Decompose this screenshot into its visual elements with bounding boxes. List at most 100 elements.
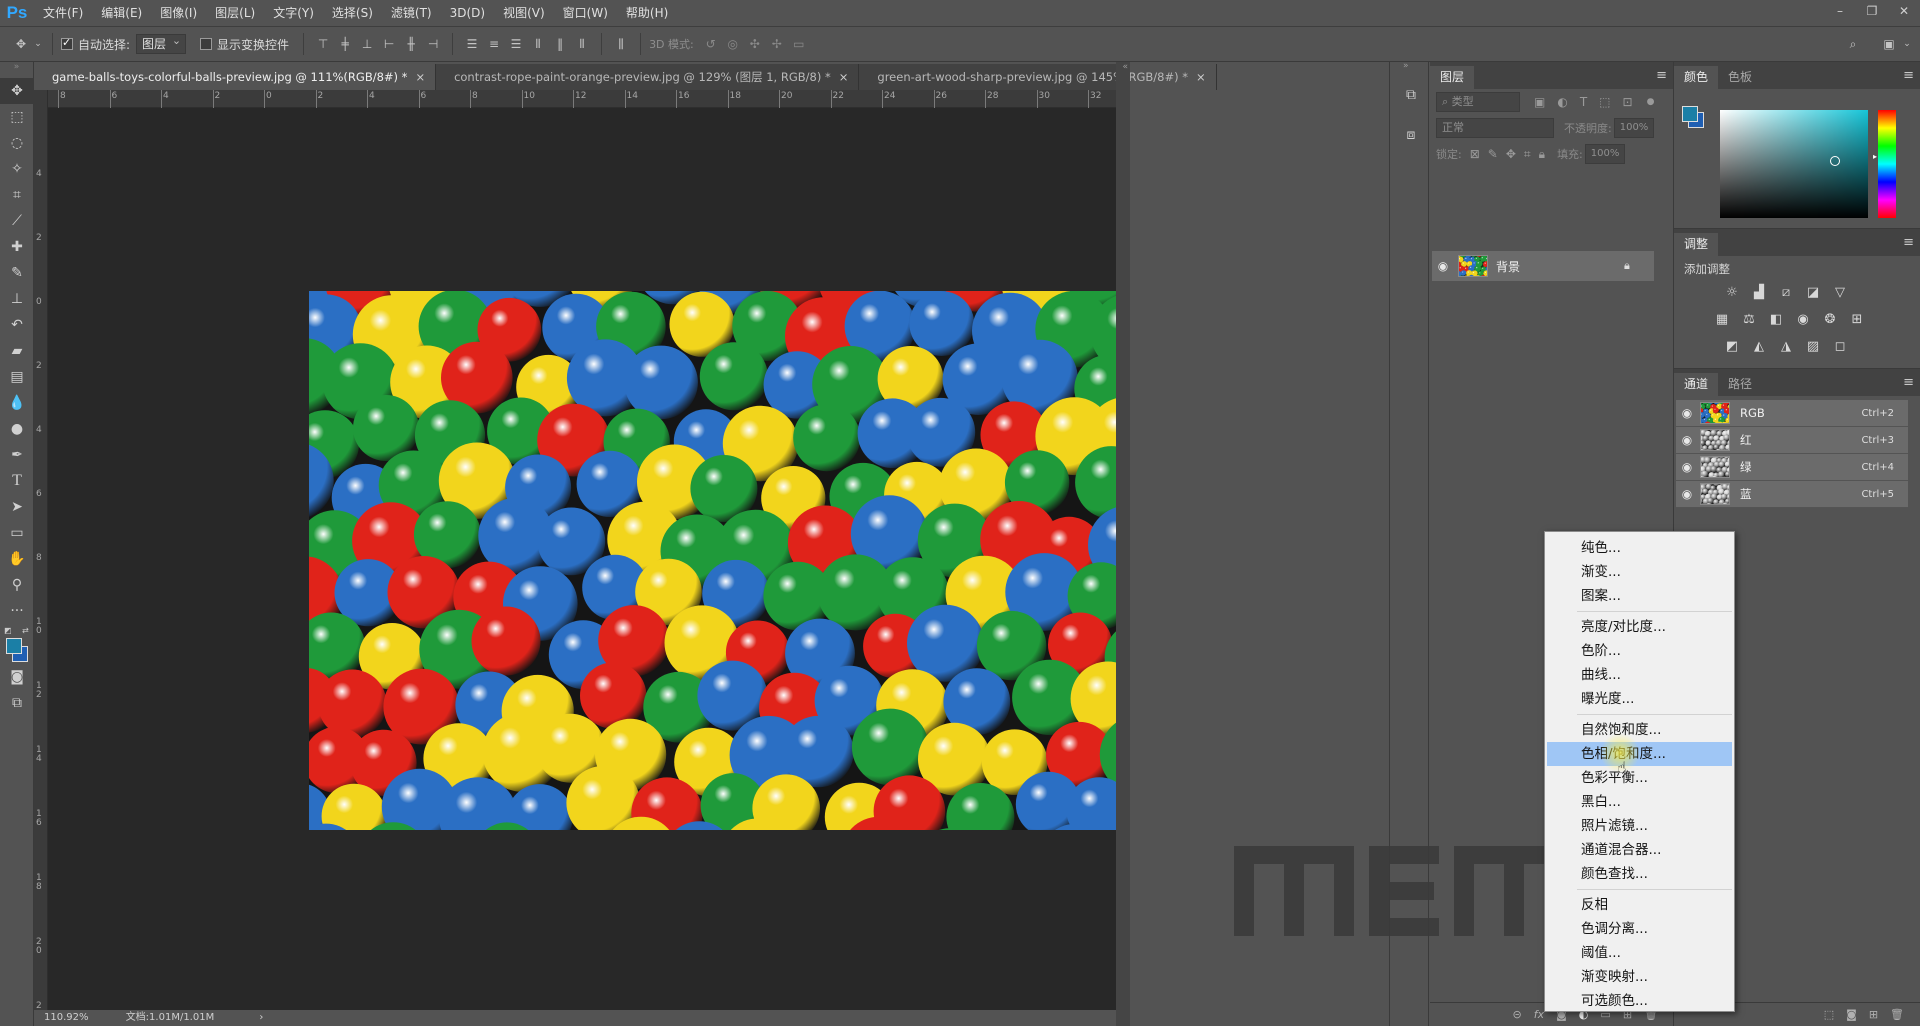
lasso-tool-icon[interactable]: ◌ bbox=[0, 130, 34, 156]
search-icon[interactable]: ⌕ bbox=[1842, 33, 1864, 55]
foreground-color-swatch[interactable] bbox=[1682, 106, 1698, 122]
visibility-eye-icon[interactable]: ◉ bbox=[1432, 259, 1454, 273]
tab-doc-3[interactable]: green-art-wood-sharp-preview.jpg @ 145%(… bbox=[859, 64, 1217, 90]
lock-transparent-icon[interactable]: ⊠ bbox=[1470, 147, 1480, 161]
filter-type-icon[interactable]: T bbox=[1580, 95, 1587, 109]
menu-file[interactable]: 文件(F) bbox=[34, 0, 92, 26]
distribute-left-icon[interactable]: ⫴ bbox=[527, 33, 549, 55]
visibility-eye-icon[interactable]: ◉ bbox=[1676, 460, 1698, 474]
menu-item-color-lookup[interactable]: 颜色查找... bbox=[1545, 862, 1734, 886]
menu-item-threshold[interactable]: 阈值... bbox=[1545, 941, 1734, 965]
eraser-tool-icon[interactable]: ▰ bbox=[0, 338, 34, 364]
align-hcenter-icon[interactable]: ╫ bbox=[400, 33, 422, 55]
menu-item-gradient[interactable]: 渐变... bbox=[1545, 560, 1734, 584]
distribute-top-icon[interactable]: ☰ bbox=[461, 33, 483, 55]
lock-all-icon[interactable]: 🔒︎ bbox=[1539, 147, 1545, 162]
tab-layers[interactable]: 图层 bbox=[1430, 66, 1475, 89]
distribute-hcenter-icon[interactable]: ‖ bbox=[549, 33, 571, 55]
tab-doc-2[interactable]: contrast-rope-paint-orange-preview.jpg @… bbox=[436, 64, 860, 90]
close-icon[interactable]: ✕ bbox=[1888, 0, 1920, 22]
invert-icon[interactable]: ◩ bbox=[1724, 339, 1740, 354]
distribute-vcenter-icon[interactable]: ≡ bbox=[483, 33, 505, 55]
crop-tool-icon[interactable]: ⌗ bbox=[0, 182, 34, 208]
type-tool-icon[interactable]: T bbox=[0, 468, 34, 494]
exposure-icon[interactable]: ◪ bbox=[1805, 285, 1821, 300]
distribute-right-icon[interactable]: ⫴ bbox=[571, 33, 593, 55]
foreground-color-swatch[interactable] bbox=[6, 638, 22, 654]
opacity-input[interactable]: 100% bbox=[1613, 118, 1654, 138]
brush-tool-icon[interactable]: ✎ bbox=[0, 260, 34, 286]
color-picker-cursor[interactable] bbox=[1830, 156, 1840, 166]
menu-item-levels[interactable]: 色阶... bbox=[1545, 639, 1734, 663]
selective-color-icon[interactable]: ◻ bbox=[1832, 339, 1848, 354]
align-bottom-icon[interactable]: ⊥ bbox=[356, 33, 378, 55]
save-selection-icon[interactable]: ◙ bbox=[1846, 1008, 1857, 1021]
auto-select-checkbox[interactable] bbox=[61, 36, 73, 50]
new-channel-icon[interactable]: ⊞ bbox=[1869, 1008, 1878, 1021]
lock-artboard-icon[interactable]: ⌗ bbox=[1524, 147, 1531, 162]
menu-item-photo-filter[interactable]: 照片滤镜... bbox=[1545, 814, 1734, 838]
layer-name[interactable]: 背景 bbox=[1496, 258, 1624, 275]
color-field[interactable] bbox=[1720, 110, 1868, 218]
hue-saturation-icon[interactable]: ▦ bbox=[1714, 312, 1730, 327]
fill-input[interactable]: 100% bbox=[1584, 144, 1625, 164]
lock-icon[interactable]: 🔒︎ bbox=[1624, 259, 1640, 273]
path-selection-tool-icon[interactable]: ➤ bbox=[0, 494, 34, 520]
gradient-map-icon[interactable]: ▨ bbox=[1805, 339, 1821, 354]
blend-mode-dropdown[interactable]: 正常 bbox=[1436, 118, 1554, 138]
tab-color[interactable]: 颜色 bbox=[1674, 66, 1719, 89]
menu-item-curves[interactable]: 曲线... bbox=[1545, 663, 1734, 687]
healing-brush-tool-icon[interactable]: ✚ bbox=[0, 234, 34, 260]
screen-mode-icon[interactable]: ⧉ bbox=[0, 690, 34, 716]
swap-colors-icon[interactable]: ⇄ bbox=[22, 626, 29, 635]
align-left-icon[interactable]: ⊢ bbox=[378, 33, 400, 55]
vibrance-icon[interactable]: ▽ bbox=[1832, 285, 1848, 300]
document-image[interactable] bbox=[309, 291, 1117, 830]
menu-edit[interactable]: 编辑(E) bbox=[92, 0, 151, 26]
tab-swatches[interactable]: 色板 bbox=[1718, 66, 1762, 89]
dodge-tool-icon[interactable]: ● bbox=[0, 416, 34, 442]
channel-row-red[interactable]: ◉ 红 Ctrl+3 bbox=[1676, 427, 1908, 454]
pen-tool-icon[interactable]: ✒ bbox=[0, 442, 34, 468]
black-white-icon[interactable]: ◧ bbox=[1768, 312, 1784, 327]
lock-position-icon[interactable]: ✥ bbox=[1506, 147, 1516, 161]
history-brush-tool-icon[interactable]: ↶ bbox=[0, 312, 34, 338]
brightness-contrast-icon[interactable]: ☼ bbox=[1724, 285, 1740, 300]
channel-row-rgb[interactable]: ◉ RGB Ctrl+2 bbox=[1676, 400, 1908, 427]
delete-channel-icon[interactable]: 🗑︎ bbox=[1890, 1008, 1904, 1021]
menu-item-vibrance[interactable]: 自然饱和度... bbox=[1545, 718, 1734, 742]
layer-row-background[interactable]: ◉ 背景 🔒︎ bbox=[1432, 251, 1654, 281]
menu-item-solid-color[interactable]: 纯色... bbox=[1545, 536, 1734, 560]
photo-filter-icon[interactable]: ◉ bbox=[1795, 312, 1811, 327]
levels-icon[interactable]: ▟ bbox=[1751, 285, 1767, 300]
color-balance-icon[interactable]: ⚖ bbox=[1741, 312, 1757, 327]
channel-row-blue[interactable]: ◉ 蓝 Ctrl+5 bbox=[1676, 481, 1908, 508]
channel-mixer-icon[interactable]: ❂ bbox=[1822, 312, 1838, 327]
filter-adjustment-icon[interactable]: ◐ bbox=[1557, 95, 1567, 109]
menu-item-channel-mixer[interactable]: 通道混合器... bbox=[1545, 838, 1734, 862]
distribute-bottom-icon[interactable]: ☰ bbox=[505, 33, 527, 55]
clone-stamp-tool-icon[interactable]: ⊥ bbox=[0, 286, 34, 312]
tab-doc-1[interactable]: game-balls-toys-colorful-balls-preview.j… bbox=[34, 64, 437, 90]
menu-window[interactable]: 窗口(W) bbox=[554, 0, 617, 26]
menu-item-gradient-map[interactable]: 渐变映射... bbox=[1545, 965, 1734, 989]
filter-shape-icon[interactable]: ⬚ bbox=[1599, 95, 1610, 109]
menu-image[interactable]: 图像(I) bbox=[151, 0, 206, 26]
menu-item-brightness-contrast[interactable]: 亮度/对比度... bbox=[1545, 615, 1734, 639]
panel-menu-icon[interactable]: ≡ bbox=[1903, 375, 1914, 390]
panel-menu-icon[interactable]: ≡ bbox=[1656, 68, 1667, 83]
link-layers-icon[interactable]: ⊝ bbox=[1513, 1008, 1522, 1021]
menu-item-color-balance[interactable]: 色彩平衡... bbox=[1545, 766, 1734, 790]
chevron-down-icon[interactable]: ⌄ bbox=[32, 33, 44, 55]
menu-filter[interactable]: 滤镜(T) bbox=[382, 0, 441, 26]
menu-help[interactable]: 帮助(H) bbox=[617, 0, 677, 26]
gradient-tool-icon[interactable]: ▤ bbox=[0, 364, 34, 390]
layer-filter-dropdown[interactable]: ⌕ 类型 bbox=[1436, 92, 1520, 112]
visibility-eye-icon[interactable]: ◉ bbox=[1676, 487, 1698, 501]
filter-pixel-icon[interactable]: ▣ bbox=[1534, 95, 1545, 109]
filter-smart-object-icon[interactable]: ⊡ bbox=[1623, 95, 1633, 109]
lock-pixels-icon[interactable]: ✎ bbox=[1488, 147, 1498, 161]
visibility-eye-icon[interactable]: ◉ bbox=[1676, 406, 1698, 420]
auto-align-icon[interactable]: ⫼ bbox=[610, 33, 632, 55]
quick-mask-icon[interactable]: ◙ bbox=[0, 664, 34, 690]
